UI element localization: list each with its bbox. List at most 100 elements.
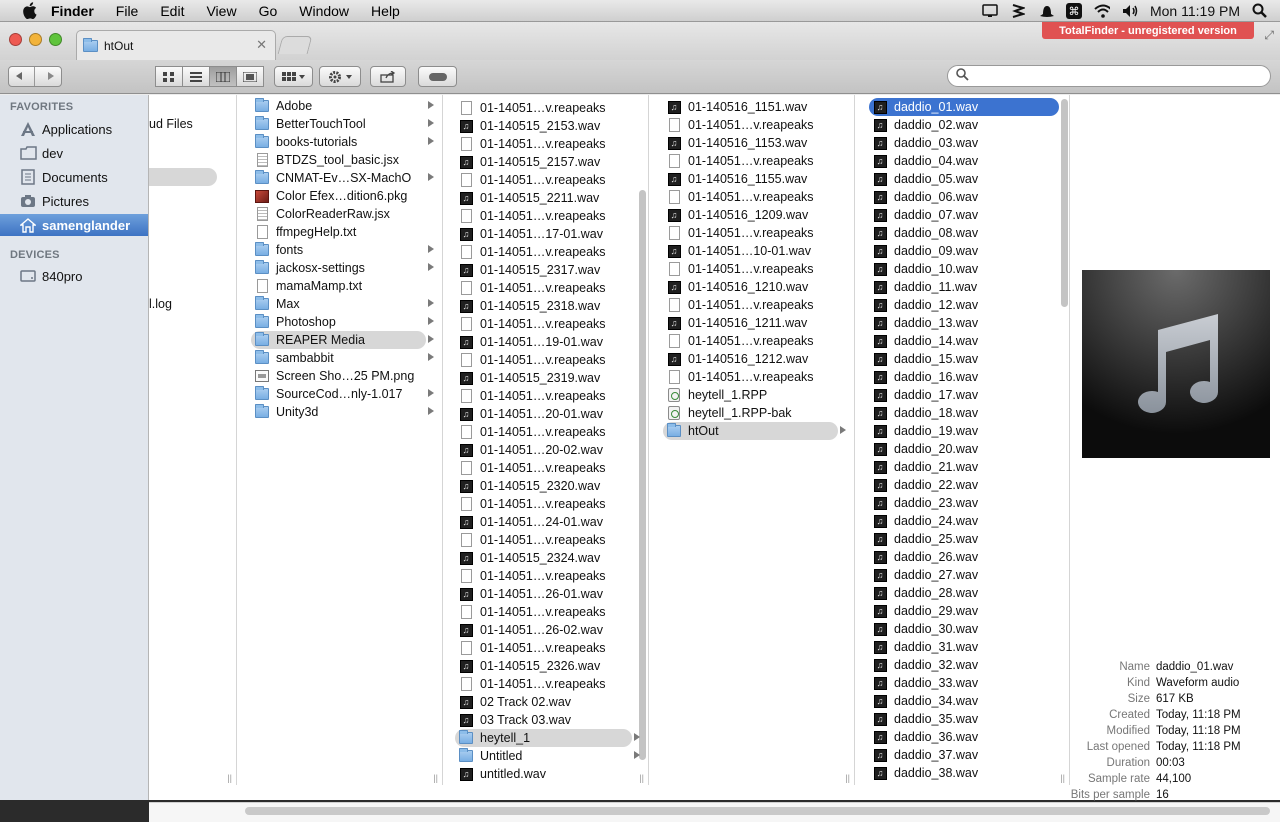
list-item[interactable]: ♫ 01-14051…26-01.wav	[459, 585, 648, 603]
list-item[interactable]: ffmpegHelp.txt	[255, 223, 442, 241]
list-item[interactable]: 01-14051…v.reapeaks	[459, 315, 648, 333]
list-item[interactable]: ♫ daddio_30.wav	[873, 620, 1069, 638]
list-item[interactable]: ♫ daddio_05.wav	[873, 170, 1069, 188]
forward-arrow-icon[interactable]	[46, 69, 56, 84]
list-item[interactable]: ♫ daddio_08.wav	[873, 224, 1069, 242]
search-input[interactable]	[975, 68, 1255, 84]
menu-file[interactable]: File	[105, 0, 150, 22]
list-item[interactable]: ♫ daddio_11.wav	[873, 278, 1069, 296]
list-item[interactable]: 01-14051…v.reapeaks	[459, 243, 648, 261]
list-item[interactable]: 01-14051…v.reapeaks	[459, 675, 648, 693]
disclosure-arrow-icon[interactable]	[428, 335, 434, 343]
list-item[interactable]	[149, 168, 233, 186]
list-item[interactable]: ♫ 01-140516_1210.wav	[667, 278, 854, 296]
column-resize-handle[interactable]: ||	[227, 773, 232, 783]
list-item[interactable]: ♫ 01-140516_1153.wav	[667, 134, 854, 152]
menu-help[interactable]: Help	[360, 0, 411, 22]
list-item[interactable]: Unity3d	[255, 403, 442, 421]
minimize-window-button[interactable]	[29, 33, 42, 46]
list-item[interactable]: ♫ 01-14051…20-01.wav	[459, 405, 648, 423]
list-item[interactable]: ♫ daddio_12.wav	[873, 296, 1069, 314]
list-item[interactable]: ♫ 01-14051…24-01.wav	[459, 513, 648, 531]
list-item[interactable]: 01-14051…v.reapeaks	[459, 207, 648, 225]
share-button[interactable]	[370, 66, 406, 87]
new-tab-button[interactable]	[277, 36, 313, 54]
list-item[interactable]: ♫ daddio_32.wav	[873, 656, 1069, 674]
list-item[interactable]: fonts	[255, 241, 442, 259]
list-item[interactable]: 01-14051…v.reapeaks	[459, 387, 648, 405]
disclosure-arrow-icon[interactable]	[840, 426, 846, 434]
list-item[interactable]: 01-14051…v.reapeaks	[667, 152, 854, 170]
list-item[interactable]: ♫ daddio_15.wav	[873, 350, 1069, 368]
volume-icon[interactable]	[1122, 3, 1138, 19]
list-item[interactable]: BetterTouchTool	[255, 115, 442, 133]
disclosure-arrow-icon[interactable]	[634, 733, 640, 741]
list-item[interactable]: ♫ daddio_37.wav	[873, 746, 1069, 764]
list-item[interactable]: Adobe	[255, 97, 442, 115]
list-item[interactable]: ♫ daddio_07.wav	[873, 206, 1069, 224]
list-item[interactable]: ♫ 01-140515_2318.wav	[459, 297, 648, 315]
list-item[interactable]: 01-14051…v.reapeaks	[667, 368, 854, 386]
command-key-icon[interactable]: ⌘	[1065, 3, 1082, 19]
list-item[interactable]: jackosx-settings	[255, 259, 442, 277]
list-item[interactable]: ♫ daddio_04.wav	[873, 152, 1069, 170]
list-item[interactable]: ♫ daddio_01.wav	[869, 98, 1069, 116]
list-item[interactable]: ♫ 01-140516_1211.wav	[667, 314, 854, 332]
list-item[interactable]: 01-14051…v.reapeaks	[667, 116, 854, 134]
list-item[interactable]: SourceCod…nly-1.017	[255, 385, 442, 403]
disclosure-arrow-icon[interactable]	[428, 101, 434, 109]
list-item[interactable]: ♫ daddio_25.wav	[873, 530, 1069, 548]
list-item[interactable]: ♫ daddio_38.wav	[873, 764, 1069, 782]
list-item[interactable]: 01-14051…v.reapeaks	[459, 423, 648, 441]
fullscreen-icon[interactable]: ⤢	[1264, 28, 1274, 43]
list-item[interactable]: 01-14051…v.reapeaks	[667, 224, 854, 242]
list-item[interactable]: ♫ 01-140515_2326.wav	[459, 657, 648, 675]
list-item[interactable]: ♫ daddio_17.wav	[873, 386, 1069, 404]
list-item[interactable]: 01-14051…v.reapeaks	[459, 351, 648, 369]
list-item[interactable]: ColorReaderRaw.jsx	[255, 205, 442, 223]
disclosure-arrow-icon[interactable]	[428, 299, 434, 307]
hat-status-icon[interactable]	[1038, 3, 1054, 19]
list-item[interactable]: ♫ 01-140516_1212.wav	[667, 350, 854, 368]
list-item[interactable]: BTDZS_tool_basic.jsx	[255, 151, 442, 169]
list-item[interactable]: ♫ 01-140515_2153.wav	[459, 117, 648, 135]
list-item[interactable]: ♫ daddio_26.wav	[873, 548, 1069, 566]
list-item[interactable]: ♫ daddio_29.wav	[873, 602, 1069, 620]
horizontal-scrollbar[interactable]	[245, 807, 1270, 815]
list-item[interactable]: ♫ 01-14051…19-01.wav	[459, 333, 648, 351]
list-item[interactable]: ♫ daddio_31.wav	[873, 638, 1069, 656]
bolt-status-icon[interactable]	[1010, 3, 1026, 19]
list-item[interactable]: ♫ 01-140516_1151.wav	[667, 98, 854, 116]
list-item[interactable]: 01-14051…v.reapeaks	[667, 260, 854, 278]
sidebar-item-samenglander[interactable]: samenglander	[0, 214, 148, 236]
search-field[interactable]	[947, 65, 1271, 87]
disclosure-arrow-icon[interactable]	[634, 751, 640, 759]
list-item[interactable]: ♫ 01-140515_2211.wav	[459, 189, 648, 207]
list-item[interactable]: heytell_1.RPP	[667, 386, 854, 404]
menu-go[interactable]: Go	[248, 0, 289, 22]
list-item[interactable]: 01-14051…v.reapeaks	[667, 296, 854, 314]
list-item[interactable]: ♫ daddio_16.wav	[873, 368, 1069, 386]
disclosure-arrow-icon[interactable]	[428, 263, 434, 271]
disclosure-arrow-icon[interactable]	[428, 245, 434, 253]
disclosure-arrow-icon[interactable]	[428, 407, 434, 415]
list-item[interactable]: ♫ daddio_19.wav	[873, 422, 1069, 440]
list-item[interactable]: 01-14051…v.reapeaks	[667, 188, 854, 206]
disclosure-arrow-icon[interactable]	[428, 173, 434, 181]
list-item[interactable]: 01-14051…v.reapeaks	[459, 171, 648, 189]
list-item[interactable]: ♫ daddio_14.wav	[873, 332, 1069, 350]
list-item[interactable]: ♫ daddio_09.wav	[873, 242, 1069, 260]
screen-sharing-icon[interactable]	[982, 3, 998, 19]
sidebar-item-dev[interactable]: dev	[0, 142, 148, 164]
list-item[interactable]: heytell_1.RPP-bak	[667, 404, 854, 422]
list-item[interactable]: ♫ daddio_27.wav	[873, 566, 1069, 584]
list-item[interactable]: 01-14051…v.reapeaks	[459, 459, 648, 477]
action-gear-button[interactable]	[319, 66, 361, 87]
list-item[interactable]: mamaMamp.txt	[255, 277, 442, 295]
disclosure-arrow-icon[interactable]	[428, 353, 434, 361]
list-item[interactable]: ♫ 01-14051…26-02.wav	[459, 621, 648, 639]
list-item[interactable]: ♫ 01-140515_2317.wav	[459, 261, 648, 279]
list-item[interactable]: 01-14051…v.reapeaks	[459, 495, 648, 513]
list-item[interactable]: ♫ daddio_06.wav	[873, 188, 1069, 206]
close-tab-icon[interactable]: ✕	[256, 37, 267, 53]
